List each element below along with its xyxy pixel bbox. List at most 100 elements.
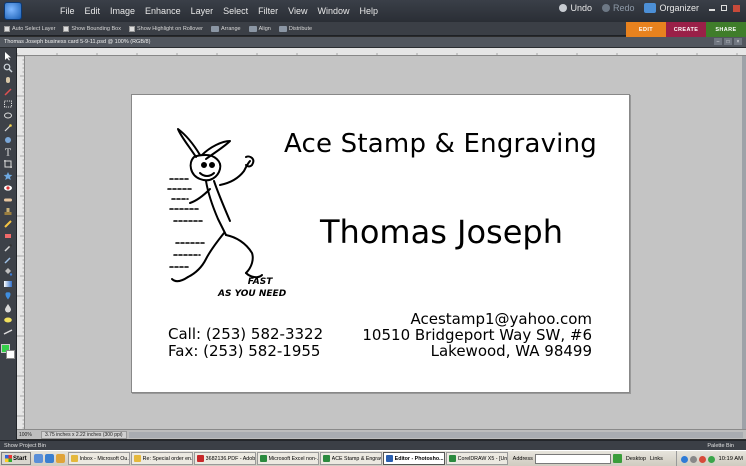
align-icon — [248, 25, 257, 32]
mail-icon — [133, 455, 141, 462]
vertical-ruler — [17, 56, 25, 429]
update-icon[interactable] — [707, 455, 715, 463]
healing-brush-tool-icon[interactable] — [2, 195, 14, 206]
menu-file[interactable]: File — [56, 4, 79, 18]
type-tool-icon[interactable]: T — [2, 147, 14, 158]
links-toolbar-label[interactable]: Links — [650, 456, 663, 462]
taskbar-item-coreldraw[interactable]: CorelDRAW X5 - [Un... — [445, 452, 508, 465]
taskbar-item-excel[interactable]: Microsoft Excel non-... — [256, 452, 319, 465]
zoom-level[interactable]: 100% — [17, 432, 41, 438]
zoom-tool-icon[interactable] — [2, 63, 14, 74]
shape-tool-icon[interactable] — [2, 291, 14, 302]
desktop-toolbar-label[interactable]: Desktop — [626, 456, 646, 462]
auto-select-layer-option[interactable]: Auto Select Layer — [4, 25, 56, 32]
menu-view[interactable]: View — [284, 4, 311, 18]
document-size[interactable]: 3.75 inches x 2.22 inches (300 ppi) — [41, 430, 127, 439]
volume-icon[interactable] — [689, 455, 697, 463]
vertical-scrollbar[interactable] — [742, 56, 746, 429]
doc-minimize-icon[interactable]: – — [714, 38, 722, 45]
menu-filter[interactable]: Filter — [254, 4, 282, 18]
undo-button[interactable]: Undo — [559, 3, 592, 13]
taskbar-item-special-order[interactable]: Re: Special order en... — [130, 452, 193, 465]
menu-layer[interactable]: Layer — [187, 4, 218, 18]
redo-button[interactable]: Redo — [601, 3, 634, 13]
gradient-tool-icon[interactable] — [2, 279, 14, 290]
minimize-icon[interactable] — [709, 9, 715, 11]
tab-edit[interactable]: EDIT — [626, 22, 666, 38]
align-button[interactable]: Align — [248, 25, 271, 32]
menu-enhance[interactable]: Enhance — [141, 4, 185, 18]
tab-share[interactable]: SHARE — [706, 22, 746, 38]
paint-bucket-tool-icon[interactable] — [2, 267, 14, 278]
show-highlight-option[interactable]: Show Highlight on Rollover — [128, 25, 203, 32]
auto-select-label: Auto Select Layer — [12, 25, 56, 32]
email-icon[interactable] — [55, 454, 65, 463]
background-color-swatch[interactable] — [6, 350, 15, 359]
highlight-checkbox[interactable] — [128, 25, 135, 32]
blur-tool-icon[interactable] — [2, 303, 14, 314]
clone-stamp-tool-icon[interactable] — [2, 207, 14, 218]
arrange-button[interactable]: Arrange — [211, 25, 241, 32]
lasso-tool-icon[interactable] — [2, 111, 14, 122]
maximize-icon[interactable] — [721, 5, 727, 11]
tab-create[interactable]: CREATE — [666, 22, 706, 38]
taskbar-item-pdf[interactable]: 3682136.PDF - Adob... — [193, 452, 256, 465]
doc-close-icon[interactable]: × — [734, 38, 742, 45]
bounding-box-checkbox[interactable] — [63, 25, 70, 32]
business-card-canvas[interactable]: Ace Stamp & Engraving Thomas Joseph FAST… — [131, 94, 630, 393]
smart-brush-tool-icon[interactable] — [2, 255, 14, 266]
pencil-tool-icon[interactable] — [2, 219, 14, 230]
sponge-tool-icon[interactable] — [2, 315, 14, 326]
crop-tool-icon[interactable] — [2, 159, 14, 170]
clock[interactable]: 10:19 AM — [719, 456, 744, 462]
taskbar-item-ace-stamp[interactable]: ACE Stamp & Engrav... — [319, 452, 382, 465]
menu-window[interactable]: Window — [313, 4, 353, 18]
document-title: Thomas Joseph business card 5-9-11.psd @… — [4, 39, 151, 45]
taskbar-item-outlook[interactable]: Inbox - Microsoft Ou... — [67, 452, 130, 465]
quick-selection-tool-icon[interactable] — [2, 135, 14, 146]
horizontal-scrollbar[interactable] — [129, 432, 743, 438]
taskbar-item-label: 3682136.PDF - Adob... — [205, 455, 255, 462]
network-icon[interactable] — [680, 455, 688, 463]
coreldraw-icon — [448, 455, 456, 462]
brush-tool-icon[interactable] — [2, 243, 14, 254]
distribute-button[interactable]: Distribute — [278, 25, 312, 32]
taskbar-item-photoshop[interactable]: Editor - Photosho... — [382, 452, 445, 465]
menu-help[interactable]: Help — [355, 4, 382, 18]
photoshop-elements-window: File Edit Image Enhance Layer Select Fil… — [0, 0, 746, 466]
app-logo-icon[interactable] — [4, 2, 22, 20]
close-icon[interactable] — [733, 4, 740, 12]
straighten-tool-icon[interactable] — [2, 327, 14, 338]
hand-tool-icon[interactable] — [2, 75, 14, 86]
palette-bin-button[interactable]: Palette Bin — [707, 443, 734, 449]
card-email: Acestamp1@yahoo.com — [410, 310, 592, 328]
move-tool-icon[interactable] — [2, 51, 14, 62]
show-project-bin-button[interactable]: Show Project Bin — [0, 443, 46, 449]
show-desktop-icon[interactable] — [33, 454, 43, 463]
start-button[interactable]: Start — [1, 452, 31, 465]
marquee-tool-icon[interactable] — [2, 99, 14, 110]
menu-edit[interactable]: Edit — [81, 4, 105, 18]
system-tray: 10:19 AM — [675, 451, 746, 466]
outlook-icon — [70, 455, 78, 462]
auto-select-checkbox[interactable] — [4, 25, 10, 32]
menu-image[interactable]: Image — [106, 4, 139, 18]
color-swatches[interactable] — [1, 344, 15, 360]
address-input[interactable] — [534, 453, 611, 464]
eyedropper-tool-icon[interactable] — [2, 87, 14, 98]
document-workspace[interactable]: Ace Stamp & Engraving Thomas Joseph FAST… — [25, 56, 742, 429]
doc-maximize-icon[interactable]: □ — [724, 38, 732, 45]
show-bounding-box-option[interactable]: Show Bounding Box — [63, 25, 121, 32]
menu-select[interactable]: Select — [219, 4, 252, 18]
eraser-tool-icon[interactable] — [2, 231, 14, 242]
organizer-button[interactable]: Organizer — [644, 3, 699, 13]
address-label: Address — [512, 455, 533, 462]
red-eye-tool-icon[interactable] — [2, 183, 14, 194]
browser-icon[interactable] — [44, 454, 54, 463]
cookie-cutter-tool-icon[interactable] — [2, 171, 14, 182]
magic-wand-tool-icon[interactable] — [2, 123, 14, 134]
distribute-icon — [278, 25, 287, 32]
go-icon[interactable] — [612, 454, 622, 463]
horizontal-ruler — [17, 48, 746, 56]
security-icon[interactable] — [698, 455, 706, 463]
